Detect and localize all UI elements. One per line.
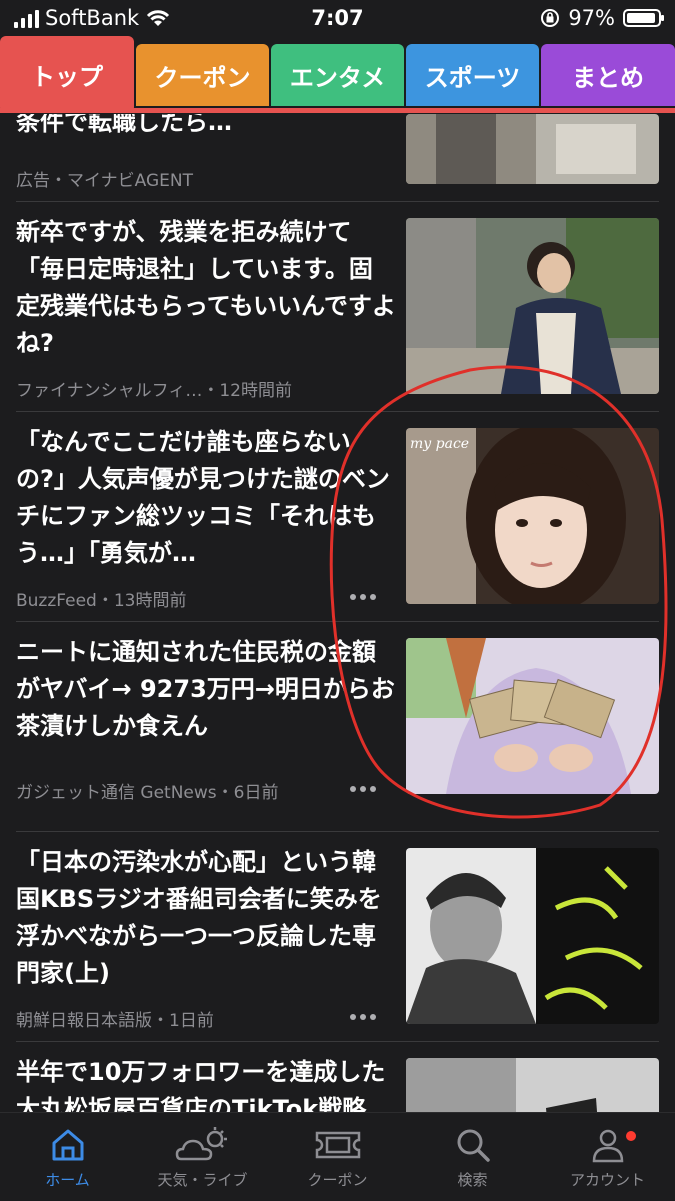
home-icon: [52, 1129, 83, 1161]
thumbnail: [406, 218, 659, 394]
tab-account[interactable]: アカウント: [540, 1121, 675, 1199]
news-item[interactable]: 「日本の汚染水が心配」という韓国KBSラジオ番組司会者に笑みを浮かべながら一つ一…: [0, 832, 675, 1042]
tab-label: アカウント: [569, 1171, 645, 1189]
news-item[interactable]: ニートに通知された住民税の金額がヤバイ→ 9273万円→明日からお茶漬けしか食え…: [0, 622, 675, 832]
source: 朝鮮日報日本語版: [16, 1011, 152, 1031]
source: ファイナンシャルフィ…: [16, 381, 203, 401]
rotation-lock-icon: [541, 9, 560, 27]
source: ガジェット通信 GetNews: [16, 783, 217, 803]
timestamp: ・6日前: [216, 783, 279, 803]
battery-percent: 97%: [568, 6, 615, 30]
thumbnail: [406, 1058, 659, 1112]
status-bar: SoftBank 7:07 97%: [0, 0, 675, 38]
tab-sports[interactable]: スポーツ: [406, 44, 539, 106]
headline: 新卒ですが、残業を拒み続けて「毎日定時退社」しています。固定残業代はもらってもい…: [16, 218, 396, 357]
more-options-icon[interactable]: [350, 1014, 382, 1022]
news-item[interactable]: 「なんでここだけ誰も座らないの?」人気声優が見つけた謎のベンチにファン総ツッコミ…: [0, 412, 675, 622]
source: 広告・マイナビAGENT: [16, 171, 194, 191]
meta: 朝鮮日報日本語版・1日前: [16, 1006, 214, 1031]
headline: 「なんでここだけ誰も座らないの?」人気声優が見つけた謎のベンチにファン総ツッコミ…: [16, 428, 390, 567]
meta: BuzzFeed・13時間前: [16, 586, 186, 611]
more-options-icon[interactable]: [350, 594, 382, 602]
ad-item[interactable]: 条件で転職したら… 広告・マイナビAGENT: [0, 114, 675, 202]
tab-label: クーポン: [307, 1171, 368, 1189]
headline: ニートに通知された住民税の金額がヤバイ→ 9273万円→明日からお茶漬けしか食え…: [16, 638, 395, 740]
more-options-icon[interactable]: [350, 786, 382, 794]
source: BuzzFeed: [16, 591, 97, 611]
thumbnail: [406, 638, 659, 794]
weather-icon: [175, 1127, 227, 1161]
tab-home[interactable]: ホーム: [0, 1121, 135, 1199]
news-feed[interactable]: 条件で転職したら… 広告・マイナビAGENT 新卒ですが、残業を拒み続けて「毎日…: [0, 114, 675, 1112]
meta: ガジェット通信 GetNews・6日前: [16, 778, 278, 803]
account-icon: [592, 1129, 623, 1163]
headline: 半年で10万フォロワーを達成した大丸松坂屋百貨店のTikTok戦略: [16, 1058, 386, 1112]
thumbnail: [406, 848, 659, 1024]
tab-coupon[interactable]: クーポン: [136, 44, 269, 106]
meta: ファイナンシャルフィ…・12時間前: [16, 376, 292, 401]
tab-label: 天気・ライブ: [157, 1171, 248, 1189]
battery-icon: [623, 9, 664, 27]
timestamp: ・13時間前: [96, 591, 187, 611]
tab-coupon-nav[interactable]: クーポン: [270, 1121, 405, 1199]
bottom-tab-bar: ホーム 天気・ライブ クーポン 検索 アカウント: [0, 1112, 675, 1201]
timestamp: ・12時間前: [202, 381, 292, 401]
tab-top[interactable]: トップ: [0, 36, 134, 113]
timestamp: ・1日前: [152, 1011, 214, 1031]
notification-badge: [626, 1131, 636, 1141]
thumbnail: [406, 114, 659, 184]
news-item[interactable]: 新卒ですが、残業を拒み続けて「毎日定時退社」しています。固定残業代はもらってもい…: [0, 202, 675, 412]
tab-weather[interactable]: 天気・ライブ: [135, 1121, 270, 1199]
thumb-text: my pace: [410, 436, 469, 452]
search-icon: [457, 1129, 490, 1162]
tab-label: ホーム: [45, 1171, 90, 1189]
category-tabs: トップ クーポン エンタメ スポーツ まとめ: [0, 36, 675, 114]
tab-matome[interactable]: まとめ: [541, 44, 675, 106]
news-item[interactable]: 半年で10万フォロワーを達成した大丸松坂屋百貨店のTikTok戦略: [0, 1042, 675, 1112]
tab-entame[interactable]: エンタメ: [271, 44, 404, 106]
thumbnail: my pace: [406, 428, 659, 604]
tab-label: 検索: [457, 1171, 488, 1189]
coupon-icon: [315, 1131, 360, 1159]
headline: 条件で転職したら…: [16, 114, 232, 136]
headline: 「日本の汚染水が心配」という韓国KBSラジオ番組司会者に笑みを浮かべながら一つ一…: [16, 848, 382, 987]
tab-search[interactable]: 検索: [405, 1121, 540, 1199]
